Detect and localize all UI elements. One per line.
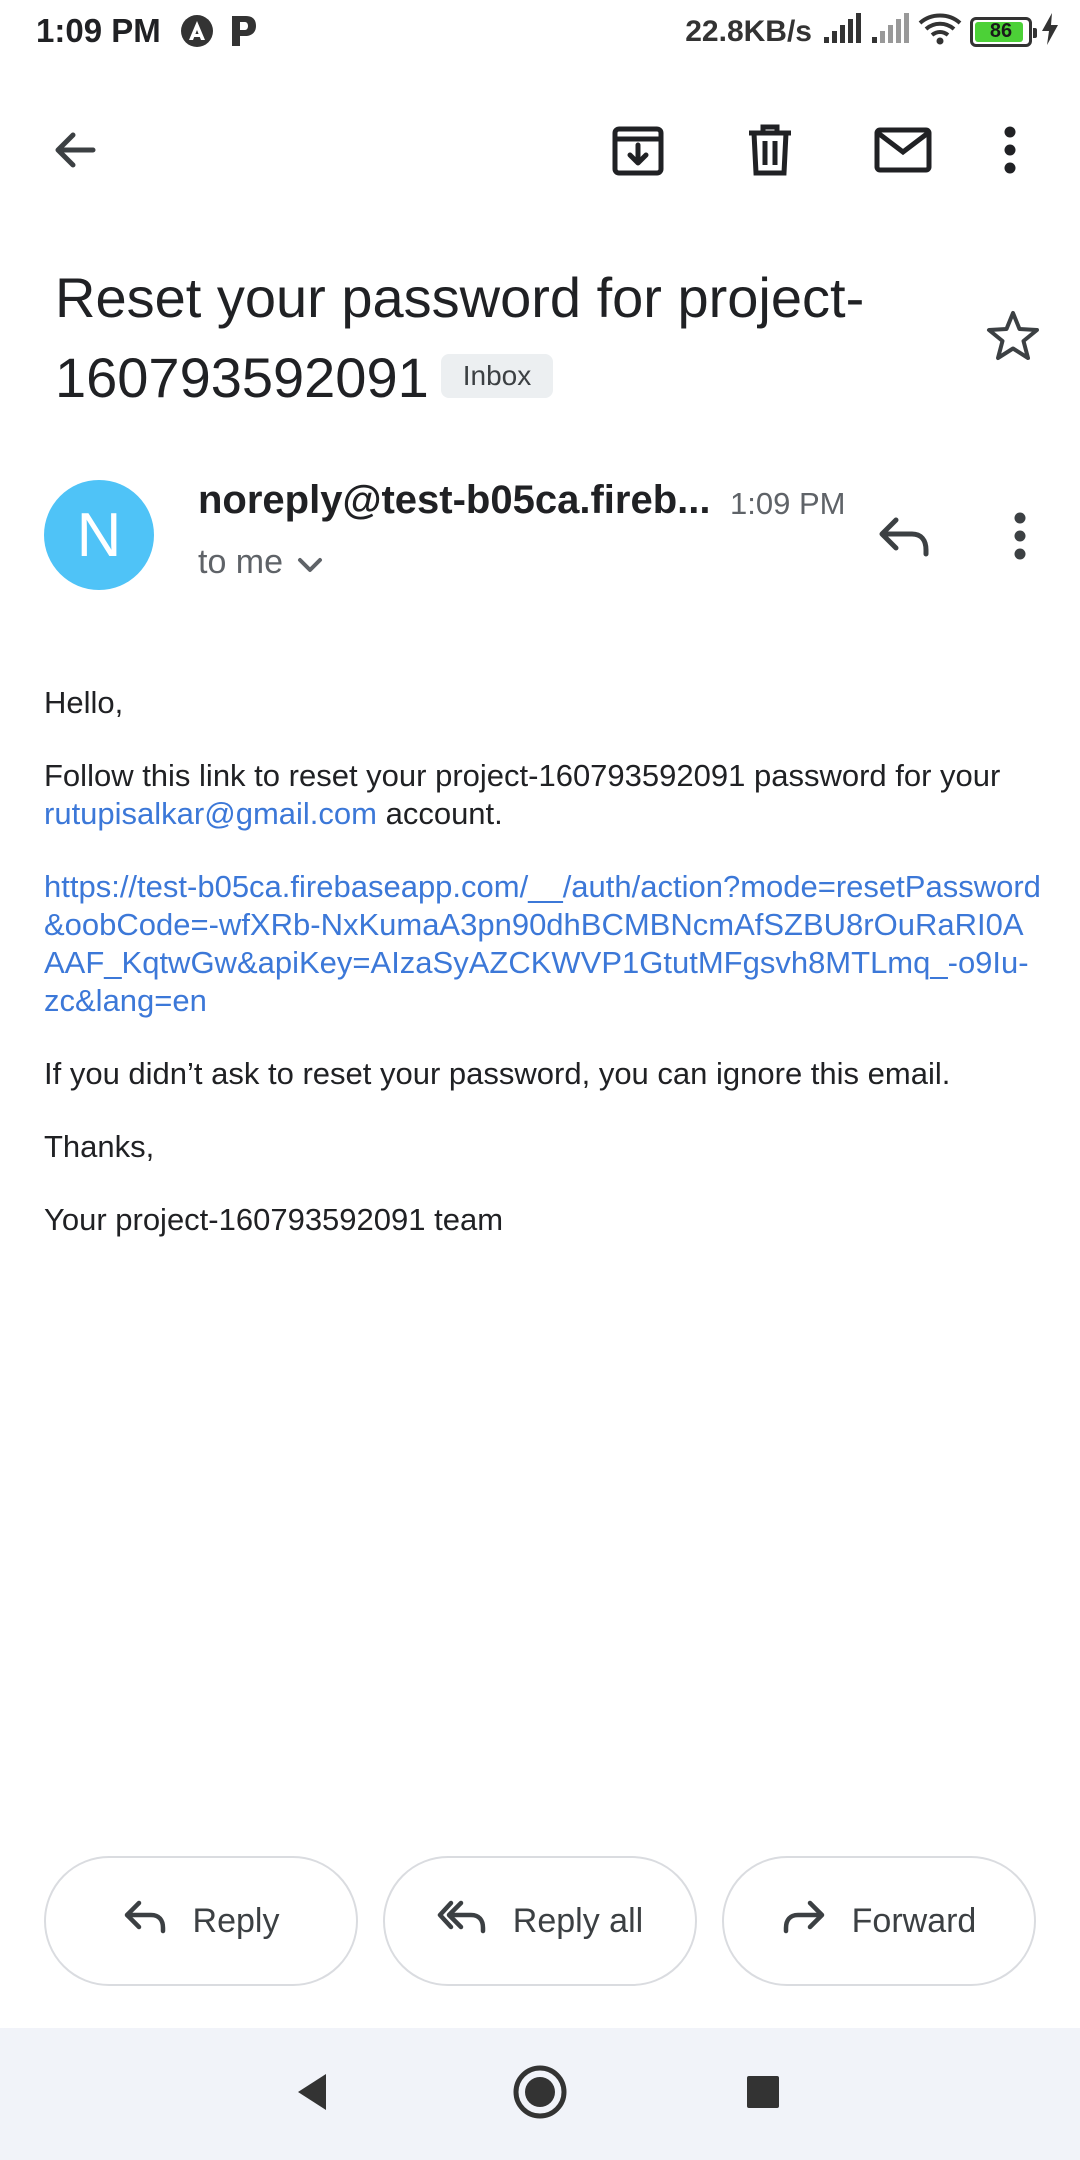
signature: Your project-160793592091 team xyxy=(44,1202,504,1237)
instruction-suffix: account. xyxy=(376,796,503,831)
status-right: 22.8KB/s 86 xyxy=(685,12,1060,51)
network-speed: 22.8KB/s xyxy=(685,14,812,48)
recipient-text: to me xyxy=(198,542,284,581)
account-email-link[interactable]: rutupisalkar@gmail.com xyxy=(44,796,377,831)
nav-home-button[interactable] xyxy=(510,2064,570,2124)
reset-password-link[interactable]: https://test-b05ca.firebaseapp.com/__/au… xyxy=(44,868,1044,1020)
recipient-details-toggle[interactable]: to me xyxy=(198,540,323,584)
notification-icons xyxy=(180,14,258,53)
email-toolbar xyxy=(0,110,1080,194)
reply-icon-button[interactable] xyxy=(866,500,942,576)
instruction-prefix: Follow this link to reset your project-1… xyxy=(44,758,1001,793)
square-recents-icon xyxy=(745,2074,781,2115)
reply-icon xyxy=(876,514,932,563)
reply-all-icon xyxy=(437,1899,487,1944)
app-a-icon xyxy=(180,14,214,53)
thanks-text: Thanks, xyxy=(44,1129,155,1164)
message-more-button[interactable] xyxy=(990,500,1050,576)
reply-button[interactable]: Reply xyxy=(44,1856,358,1986)
reply-actions: Reply Reply all Forward xyxy=(44,1856,1036,1986)
status-bar: 1:09 PM 22.8KB/s 86 xyxy=(0,0,1080,66)
wifi-icon xyxy=(918,12,962,51)
mark-unread-button[interactable] xyxy=(861,110,945,194)
delete-icon xyxy=(745,123,795,182)
delete-button[interactable] xyxy=(728,110,812,194)
forward-button-label: Forward xyxy=(851,1901,977,1940)
triangle-back-icon xyxy=(294,2072,330,2117)
chevron-down-icon xyxy=(297,543,323,582)
reply-all-button[interactable]: Reply all xyxy=(383,1856,697,1986)
instruction-paragraph: Follow this link to reset your project-1… xyxy=(44,757,1044,833)
reply-icon xyxy=(123,1899,167,1944)
email-subject: Reset your password for project-16079359… xyxy=(55,258,955,418)
archive-icon xyxy=(611,123,665,182)
forward-icon xyxy=(782,1899,826,1944)
back-arrow-icon xyxy=(49,125,99,180)
back-button[interactable] xyxy=(32,110,116,194)
star-button[interactable] xyxy=(975,300,1051,376)
app-p-icon xyxy=(228,14,258,53)
sender-name[interactable]: noreply@test-b05ca.fireb... xyxy=(198,478,718,523)
star-icon xyxy=(985,309,1041,368)
reply-all-button-label: Reply all xyxy=(512,1901,644,1940)
nav-back-button[interactable] xyxy=(282,2064,342,2124)
forward-button[interactable]: Forward xyxy=(722,1856,1036,1986)
more-vert-icon xyxy=(1003,126,1017,179)
ignore-note: If you didn’t ask to reset your password… xyxy=(44,1056,951,1091)
charging-icon xyxy=(1040,13,1060,50)
archive-button[interactable] xyxy=(596,110,680,194)
more-options-button[interactable] xyxy=(978,110,1042,194)
battery-level: 86 xyxy=(989,20,1013,42)
signal-weak-icon xyxy=(870,13,910,50)
circle-home-icon xyxy=(512,2064,568,2125)
nav-recents-button[interactable] xyxy=(733,2064,793,2124)
inbox-label-chip[interactable]: Inbox xyxy=(440,354,554,399)
email-body: Hello, Follow this link to reset your pr… xyxy=(44,684,1044,1274)
reply-button-label: Reply xyxy=(192,1901,280,1940)
email-time: 1:09 PM xyxy=(730,486,846,521)
system-navigation-bar xyxy=(0,2028,1080,2160)
status-time: 1:09 PM xyxy=(36,12,161,49)
battery-icon: 86 xyxy=(970,16,1037,47)
greeting: Hello, xyxy=(44,685,124,720)
sender-avatar[interactable]: N xyxy=(44,480,154,590)
mark-unread-icon xyxy=(874,127,932,178)
more-vert-icon xyxy=(1013,512,1027,565)
signal-icon xyxy=(822,13,862,50)
